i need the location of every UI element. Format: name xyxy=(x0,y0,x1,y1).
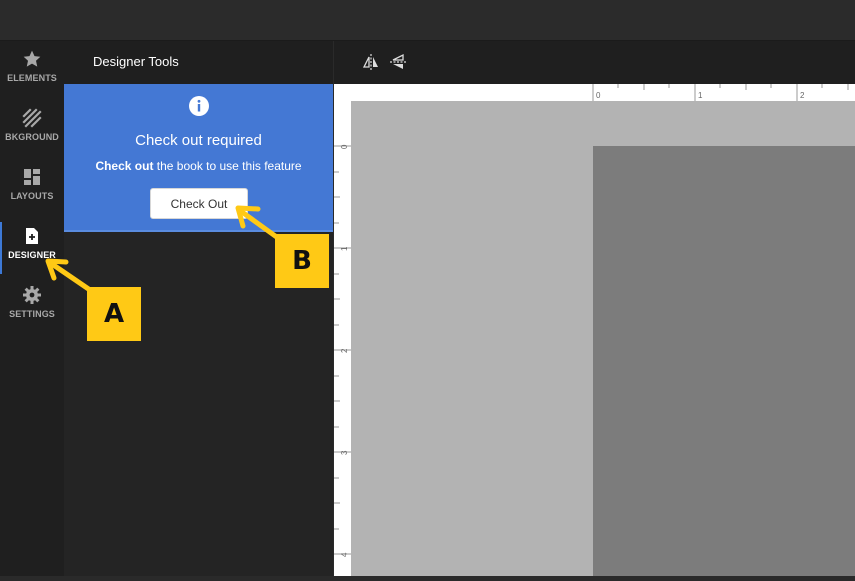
notice-desc-rest: the book to use this feature xyxy=(153,159,302,173)
ruler-vertical-ticks: 0 1 2 3 4 xyxy=(334,144,351,557)
panel-title: Designer Tools xyxy=(93,54,179,69)
layouts-grid-icon xyxy=(24,169,40,185)
ruler-label: 0 xyxy=(596,91,601,100)
app-top-bar xyxy=(0,0,855,41)
ruler-label: 2 xyxy=(340,348,349,353)
ruler-label: 0 xyxy=(340,144,349,149)
sidebar-item-label: BKGROUND xyxy=(5,132,59,142)
info-icon xyxy=(189,96,209,116)
notice-desc-bold: Check out xyxy=(95,159,154,173)
background-hatch-icon xyxy=(22,108,42,128)
book-page[interactable] xyxy=(593,146,855,576)
ruler-vertical: 0 1 2 3 4 xyxy=(334,101,351,576)
sidebar-item-label: LAYOUTS xyxy=(10,191,54,201)
sidebar-item-bkground[interactable]: BKGROUND xyxy=(0,100,64,159)
annotation-badge-b: B xyxy=(275,234,329,288)
ruler-label: 1 xyxy=(698,91,703,100)
notice-description: Check out the book to use this feature xyxy=(64,159,333,173)
gear-icon xyxy=(23,286,41,304)
flip-vertical-icon[interactable] xyxy=(389,53,407,71)
add-page-icon xyxy=(26,228,38,244)
ruler-label: 1 xyxy=(340,246,349,251)
sidebar-rail: ELEMENTS BKGROUND LAYOUTS DESIGNER SETTI… xyxy=(0,41,64,576)
sidebar-item-layouts[interactable]: LAYOUTS xyxy=(0,159,64,218)
ruler-horizontal-ticks: 0 1 2 xyxy=(592,84,849,101)
sidebar-item-label: SETTINGS xyxy=(9,309,55,319)
notice-title: Check out required xyxy=(135,132,262,149)
annotation-badge-a: A xyxy=(87,287,141,341)
checkout-notice: Check out required Check out the book to… xyxy=(64,84,333,232)
star-icon xyxy=(23,50,41,67)
canvas-toolbar xyxy=(334,41,855,84)
ruler-label: 2 xyxy=(800,91,805,100)
ruler-horizontal: 0 1 2 xyxy=(334,84,855,101)
flip-horizontal-icon[interactable] xyxy=(362,53,380,71)
sidebar-item-label: ELEMENTS xyxy=(7,73,57,83)
ruler-label: 3 xyxy=(340,450,349,455)
panel-header: Designer Tools xyxy=(64,41,333,84)
ruler-label: 4 xyxy=(340,552,349,557)
sidebar-item-elements[interactable]: ELEMENTS xyxy=(0,41,64,100)
